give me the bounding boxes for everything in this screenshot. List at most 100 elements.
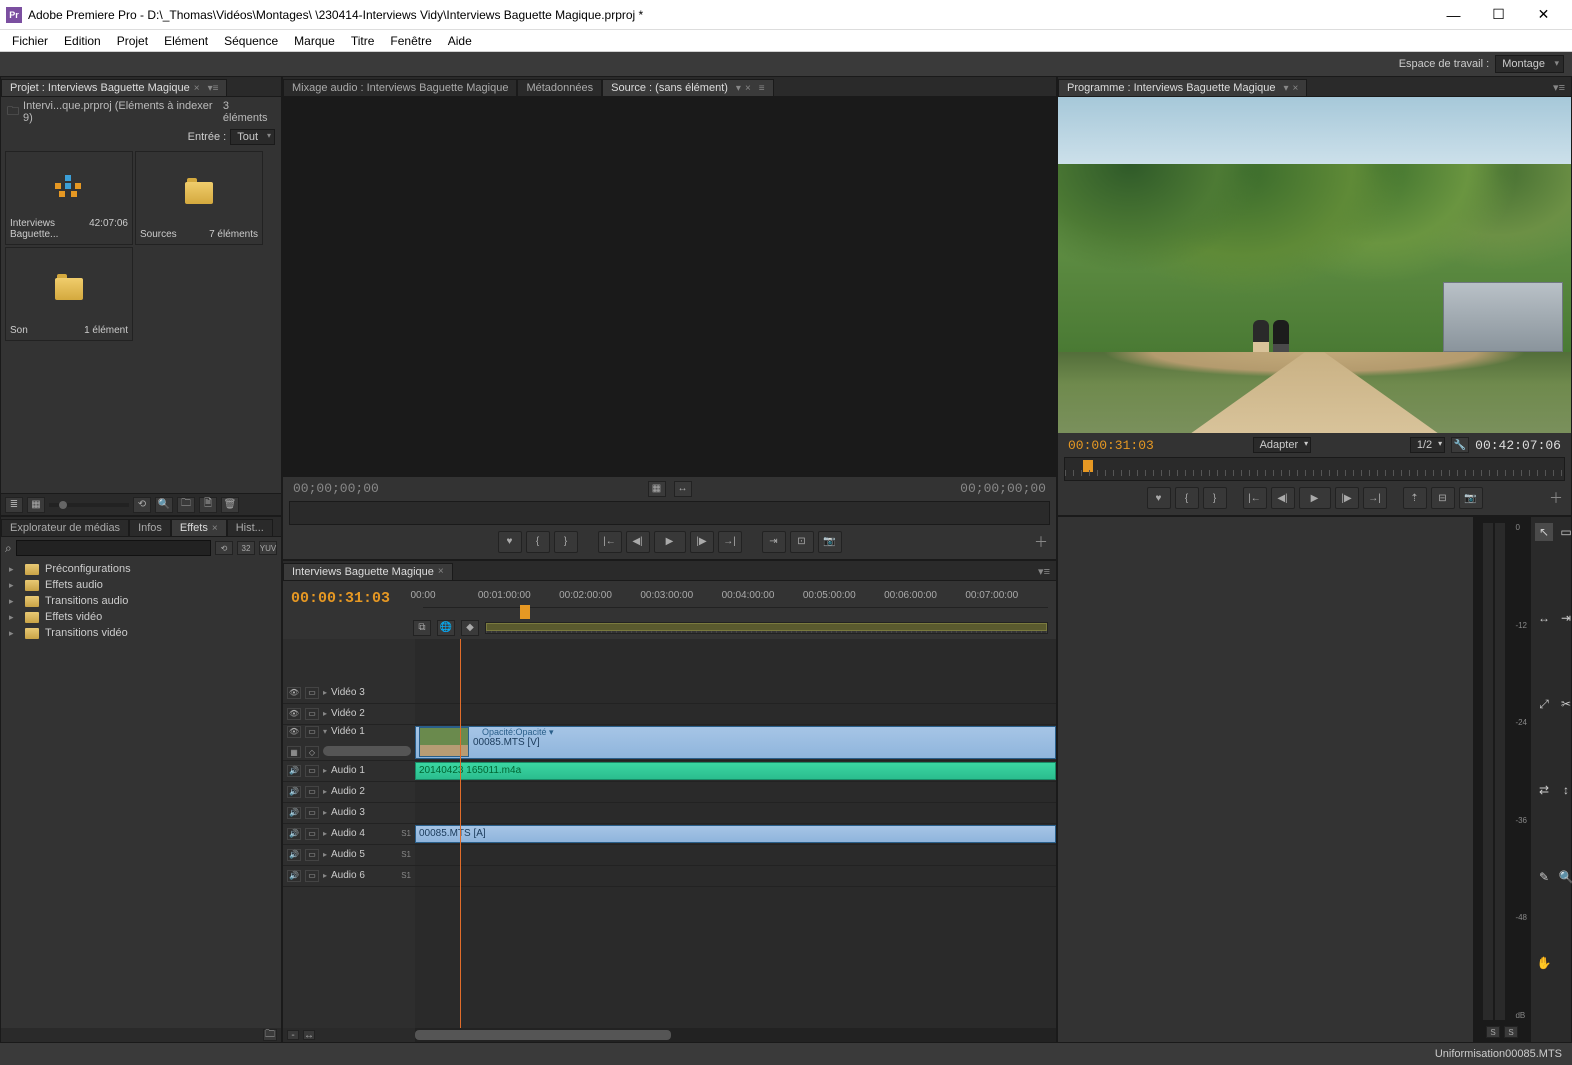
close-icon[interactable]: ×	[1293, 83, 1299, 94]
tool-razor[interactable]: ✂	[1557, 695, 1572, 713]
menu-projet[interactable]: Projet	[109, 32, 156, 50]
menu-edition[interactable]: Edition	[56, 32, 109, 50]
go-to-in-button[interactable]: |←	[1243, 487, 1267, 509]
bin-item-sources[interactable]: Sources 7 éléments	[135, 151, 263, 245]
thumb-size-slider[interactable]	[49, 503, 129, 507]
new-preset-bin-button[interactable]: 🗀	[263, 1029, 277, 1041]
track-header-a2[interactable]: 🔊▭▸Audio 2	[283, 782, 415, 803]
panel-menu-icon[interactable]: ▾≡	[1032, 563, 1056, 580]
effects-folder-presets[interactable]: ▸Préconfigurations	[1, 561, 281, 577]
zoom-out-button[interactable]: -	[287, 1030, 299, 1040]
playhead-line[interactable]	[460, 639, 461, 1029]
effects-folder-video-fx[interactable]: ▸Effets vidéo	[1, 609, 281, 625]
clip-fx-label[interactable]: Opacité:Opacité ▾	[482, 727, 554, 738]
chevron-right-icon[interactable]: ▸	[323, 766, 327, 775]
export-frame-button[interactable]: 📷	[818, 531, 842, 553]
bin-item-sequence[interactable]: Interviews Baguette... 42:07:06	[5, 151, 133, 245]
effects-folder-audio-trans[interactable]: ▸Transitions audio	[1, 593, 281, 609]
menu-element[interactable]: Elément	[156, 32, 216, 50]
resolution-dropdown[interactable]: 1/2	[1410, 437, 1445, 453]
go-to-out-button[interactable]: →|	[718, 531, 742, 553]
program-out-timecode[interactable]: 00:42:07:06	[1475, 438, 1561, 453]
mark-in-button[interactable]: {	[526, 531, 550, 553]
chip-yuv[interactable]: YUV	[259, 541, 277, 555]
eye-icon[interactable]: 👁	[287, 726, 301, 738]
track-header-a1[interactable]: 🔊▭▸Audio 1	[283, 761, 415, 782]
linked-sel-button[interactable]: 🌐	[437, 620, 455, 636]
tool-hand[interactable]: ✋	[1535, 954, 1553, 972]
track-header-v1[interactable]: 👁▭▾Vidéo 1▦◇	[283, 725, 415, 761]
lock-icon[interactable]: ▭	[305, 708, 319, 720]
tool-pen[interactable]: ✎	[1535, 868, 1553, 886]
tab-effets[interactable]: Effets×	[171, 519, 227, 536]
tab-infos[interactable]: Infos	[129, 519, 171, 536]
chip-32bit[interactable]: 32	[237, 541, 255, 555]
chevron-right-icon[interactable]: ▸	[323, 850, 327, 859]
solo-button[interactable]: S	[1486, 1026, 1500, 1038]
filter-dropdown[interactable]: Tout	[230, 129, 275, 145]
close-icon[interactable]: ×	[194, 83, 200, 94]
snap-button[interactable]: ⧉	[413, 620, 431, 636]
tab-media-browser[interactable]: Explorateur de médias	[1, 519, 129, 536]
tab-audio-mixer[interactable]: Mixage audio : Interviews Baguette Magiq…	[283, 79, 517, 96]
track-header-a4[interactable]: 🔊▭▸Audio 4S1	[283, 824, 415, 845]
bin-item-son[interactable]: Son 1 élément	[5, 247, 133, 341]
tool-rate-stretch[interactable]: ⤢	[1535, 695, 1553, 713]
icon-view-button[interactable]: ▦	[27, 497, 45, 513]
speaker-icon[interactable]: 🔊	[287, 828, 301, 840]
speaker-icon[interactable]: 🔊	[287, 870, 301, 882]
tab-source[interactable]: Source : (sans élément)▾×≡	[602, 79, 774, 96]
export-frame-button[interactable]: 📷	[1459, 487, 1483, 509]
speaker-icon[interactable]: 🔊	[287, 807, 301, 819]
tool-slide[interactable]: ↕	[1557, 781, 1572, 799]
close-icon[interactable]: ×	[438, 566, 444, 577]
timeline-timecode[interactable]: 00:00:31:03	[291, 590, 407, 607]
tool-slip[interactable]: ⇄	[1535, 781, 1553, 799]
zoom-fit-button[interactable]: ↔	[303, 1030, 315, 1040]
new-bin-button[interactable]: 🗀	[177, 497, 195, 513]
track-header-a6[interactable]: 🔊▭▸Audio 6S1	[283, 866, 415, 887]
tab-project[interactable]: Projet : Interviews Baguette Magique × ▾…	[1, 79, 227, 96]
source-in-timecode[interactable]: 00;00;00;00	[293, 481, 379, 496]
timeline-clips-area[interactable]: 00085.MTS [V] Opacité:Opacité ▾ 20140423…	[415, 639, 1056, 1029]
timeline-ruler[interactable]: 00:00 00:01:00:00 00:02:00:00 00:03:00:0…	[423, 590, 1048, 608]
chevron-right-icon[interactable]: ▸	[323, 808, 327, 817]
lock-icon[interactable]: ▭	[305, 786, 319, 798]
close-icon[interactable]: ×	[745, 83, 751, 94]
mark-out-button[interactable]: }	[1203, 487, 1227, 509]
menu-fenetre[interactable]: Fenêtre	[382, 32, 439, 50]
chevron-down-icon[interactable]: ▾	[736, 83, 741, 94]
panel-menu-icon[interactable]: ▾≡	[1547, 79, 1571, 96]
list-view-button[interactable]: ≣	[5, 497, 23, 513]
effects-folder-video-trans[interactable]: ▸Transitions vidéo	[1, 625, 281, 641]
auto-sort-button[interactable]: ⟲	[133, 497, 151, 513]
source-scrubber[interactable]	[289, 501, 1050, 525]
play-button[interactable]: ▶	[1299, 487, 1331, 509]
lock-icon[interactable]: ▭	[305, 870, 319, 882]
clip-v1[interactable]: 00085.MTS [V] Opacité:Opacité ▾	[415, 726, 1056, 759]
step-fwd-button[interactable]: |▶	[1335, 487, 1359, 509]
clip-a1[interactable]: 20140423 165011.m4a	[415, 762, 1056, 780]
program-in-timecode[interactable]: 00:00:31:03	[1068, 438, 1154, 453]
step-back-button[interactable]: ◀|	[1271, 487, 1295, 509]
solo-button[interactable]: S	[1504, 1026, 1518, 1038]
lock-icon[interactable]: ▭	[305, 807, 319, 819]
track-opts-button[interactable]: ◇	[305, 746, 319, 758]
new-item-button[interactable]: 🗎	[199, 497, 217, 513]
tool-track-select[interactable]: ▭	[1557, 523, 1572, 541]
effects-search-input[interactable]	[16, 540, 211, 556]
lock-icon[interactable]: ▭	[305, 765, 319, 777]
menu-sequence[interactable]: Séquence	[216, 32, 286, 50]
step-back-button[interactable]: ◀|	[626, 531, 650, 553]
menu-aide[interactable]: Aide	[440, 32, 480, 50]
panel-menu-icon[interactable]: ▾≡	[208, 83, 219, 94]
extract-button[interactable]: ⊟	[1431, 487, 1455, 509]
workspace-dropdown[interactable]: Montage	[1495, 55, 1564, 73]
tool-rolling[interactable]: ⇥	[1557, 609, 1572, 627]
track-header-a5[interactable]: 🔊▭▸Audio 5S1	[283, 845, 415, 866]
marker-button[interactable]: ♥	[498, 531, 522, 553]
close-icon[interactable]: ×	[212, 523, 218, 534]
speaker-icon[interactable]: 🔊	[287, 765, 301, 777]
tab-program[interactable]: Programme : Interviews Baguette Magique …	[1058, 79, 1307, 96]
program-monitor-view[interactable]	[1058, 97, 1571, 433]
